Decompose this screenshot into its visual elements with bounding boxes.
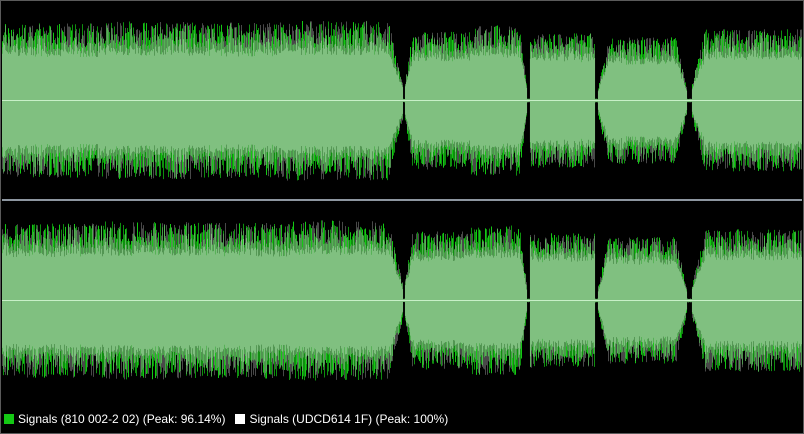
channel-divider[interactable]	[2, 199, 802, 201]
waveform-plot-top	[2, 20, 802, 181]
waveform-channel-bottom[interactable]	[2, 202, 802, 399]
waveform-plot-bottom	[2, 220, 802, 381]
legend-item-signal-a[interactable]: Signals (810 002-2 02) (Peak: 96.14%)	[4, 412, 225, 426]
signal-legend: Signals (810 002-2 02) (Peak: 96.14%) Si…	[4, 409, 448, 429]
waveform-view: Signals (810 002-2 02) (Peak: 96.14%) Si…	[0, 0, 804, 434]
legend-label-signal-a: Signals (810 002-2 02) (Peak: 96.14%)	[18, 412, 226, 426]
waveform-channel-top[interactable]	[2, 2, 802, 199]
legend-item-signal-b[interactable]: Signals (UDCD614 1F) (Peak: 100%)	[235, 412, 448, 426]
legend-swatch-white	[235, 414, 246, 424]
legend-label-signal-b: Signals (UDCD614 1F) (Peak: 100%)	[249, 412, 449, 426]
legend-swatch-green	[4, 414, 14, 424]
